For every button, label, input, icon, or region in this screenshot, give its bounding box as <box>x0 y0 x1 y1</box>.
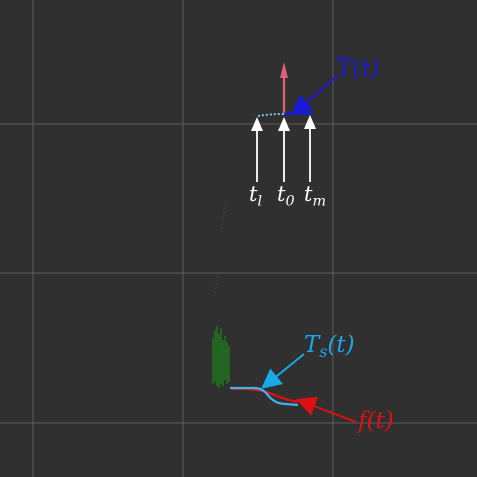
diagram-canvas <box>0 0 477 477</box>
tangent-pointer-arrow <box>291 75 338 116</box>
label-t-s: Ts(t) <box>304 332 355 361</box>
label-t-hat: T(t) <box>337 56 380 82</box>
sample-lines-cluster <box>212 326 230 388</box>
dotted-trail <box>213 199 227 297</box>
ts-pointer-arrow <box>261 353 305 389</box>
ts-curve <box>230 386 299 407</box>
label-f-t: f(t) <box>358 408 394 434</box>
grid <box>0 0 477 477</box>
label-t-l: tl <box>249 182 263 210</box>
label-t-m: tm <box>304 182 326 210</box>
up-axis-arrow <box>280 62 288 113</box>
top-trajectory <box>257 111 313 117</box>
time-marker-arrows <box>251 115 316 182</box>
label-t-0: t0 <box>277 182 295 210</box>
